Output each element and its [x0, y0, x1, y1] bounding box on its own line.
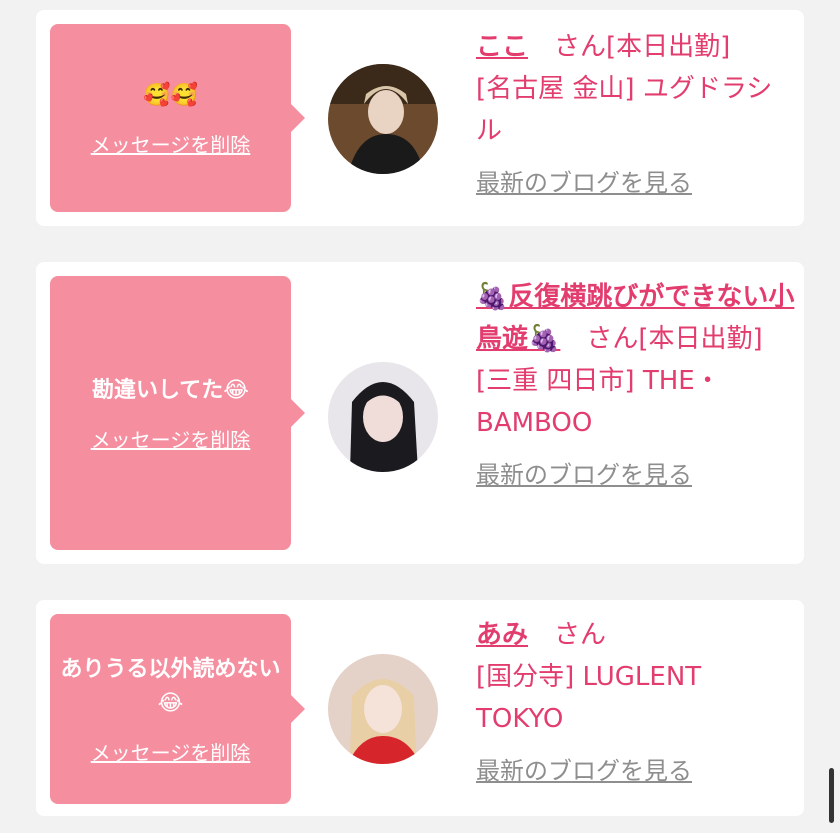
- cast-name-line: ここ さん[本日出勤]: [476, 26, 796, 68]
- shop-name: [三重 四日市] THE・BAMBOO: [476, 366, 721, 438]
- avatar[interactable]: [328, 654, 438, 764]
- message-text: 勘違いしてた😂: [91, 377, 250, 403]
- cast-name-line: あみ さん: [476, 614, 796, 656]
- cast-status: さん[本日出勤]: [528, 32, 731, 62]
- message-card: 勘違いしてた😂 メッセージを削除 🍇反復横跳びができない小鳥遊🍇 さん[本日出勤…: [36, 262, 804, 564]
- scrollbar[interactable]: [829, 768, 834, 823]
- message-text: ありうる以外読めない😂: [60, 656, 281, 716]
- message-card: ありうる以外読めない😂 メッセージを削除 あみ さん [国分寺] LUGLENT…: [36, 600, 804, 816]
- message-bubble: ありうる以外読めない😂 メッセージを削除: [50, 614, 305, 804]
- blog-link[interactable]: 最新のブログを見る: [476, 162, 692, 204]
- shop-name: [国分寺] LUGLENT TOKYO: [476, 662, 702, 734]
- avatar[interactable]: [328, 64, 438, 174]
- delete-message-link[interactable]: メッセージを削除: [91, 424, 251, 453]
- avatar[interactable]: [328, 362, 438, 472]
- cast-status: さん: [528, 620, 607, 650]
- message-card: 🥰🥰 メッセージを削除 ここ さん[本日出勤] [名古屋 金山] ユグドラシル …: [36, 10, 804, 226]
- delete-message-link[interactable]: メッセージを削除: [91, 129, 251, 158]
- blog-link[interactable]: 最新のブログを見る: [476, 750, 692, 792]
- cast-info: あみ さん [国分寺] LUGLENT TOKYO 最新のブログを見る: [476, 614, 796, 792]
- delete-message-link[interactable]: メッセージを削除: [91, 737, 251, 766]
- cast-info: 🍇反復横跳びができない小鳥遊🍇 さん[本日出勤] [三重 四日市] THE・BA…: [476, 276, 796, 496]
- cast-info: ここ さん[本日出勤] [名古屋 金山] ユグドラシル 最新のブログを見る: [476, 26, 796, 204]
- message-bubble: 🥰🥰 メッセージを削除: [50, 24, 305, 212]
- blog-link[interactable]: 最新のブログを見る: [476, 454, 692, 496]
- cast-name-line: 🍇反復横跳びができない小鳥遊🍇 さん[本日出勤]: [476, 276, 796, 360]
- cast-name-link[interactable]: あみ: [476, 620, 528, 650]
- shop-name: [名古屋 金山] ユグドラシル: [476, 74, 773, 146]
- cast-status: さん[本日出勤]: [560, 324, 763, 354]
- message-bubble: 勘違いしてた😂 メッセージを削除: [50, 276, 305, 550]
- cast-name-link[interactable]: ここ: [476, 32, 528, 62]
- message-text: 🥰🥰: [143, 82, 198, 108]
